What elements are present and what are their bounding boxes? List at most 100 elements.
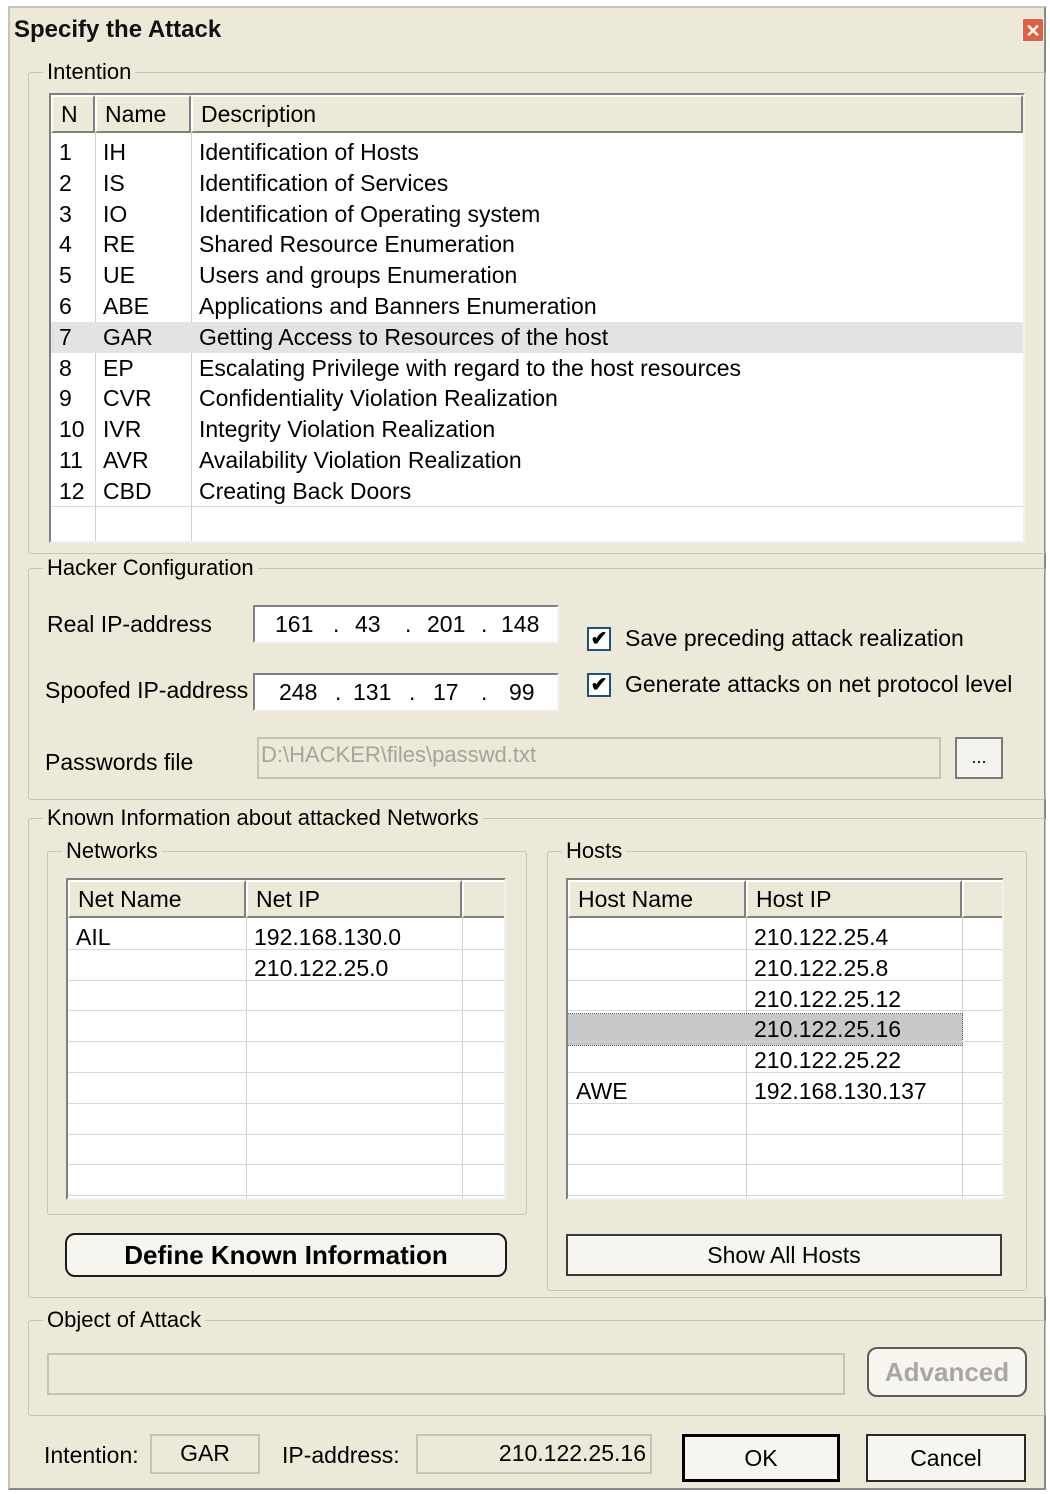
hosts-list-header: Host Name Host IP <box>568 880 1002 918</box>
define-known-information-button[interactable]: Define Known Information <box>65 1233 507 1277</box>
intention-list[interactable]: N Name Description 1 IH Identification of … <box>49 93 1025 543</box>
row-divider <box>568 979 1002 981</box>
list-cell-n: 10 <box>59 416 85 443</box>
advanced-button[interactable]: Advanced <box>867 1347 1027 1397</box>
row-divider <box>68 1164 504 1166</box>
list-cell-n: 5 <box>59 262 72 289</box>
column-divider <box>962 918 963 1198</box>
column-header-n[interactable]: N <box>51 95 95 133</box>
list-cell-name: IVR <box>103 416 142 443</box>
row-divider <box>68 1010 504 1012</box>
object-of-attack-input[interactable] <box>47 1353 845 1395</box>
list-cell-n: 12 <box>59 477 85 504</box>
list-cell-name: ABE <box>103 293 150 319</box>
hosts-list[interactable]: Host Name Host IP 210.122.25.4 210.122.25… <box>566 878 1004 1200</box>
real-ip-octet-3: 201 <box>427 611 466 637</box>
networks-group: Networks Net Name Net IP AIL 192.168.130.… <box>47 837 527 1215</box>
list-item[interactable]: 1 IH Identification of Hosts <box>51 137 1023 168</box>
column-header-empty <box>962 880 1002 918</box>
ok-button[interactable]: OK <box>682 1434 840 1482</box>
real-ip-label: Real IP-address <box>47 611 212 637</box>
list-cell-desc: Identification of Services <box>199 169 449 196</box>
real-ip-octet-1: 161 <box>275 611 314 637</box>
list-cell-desc: Availability Violation Realization <box>199 447 522 473</box>
list-cell-n: 2 <box>59 169 72 196</box>
list-item[interactable]: 12 CBD Creating Back Doors <box>51 476 1023 507</box>
generate-attacks-label: Generate attacks on net protocol level <box>625 671 1013 697</box>
column-header-net-ip[interactable]: Net IP <box>246 880 462 918</box>
ip-dot: . <box>481 679 488 705</box>
list-item[interactable]: 10 IVR Integrity Violation Realization <box>51 414 1023 445</box>
list-cell-name: IS <box>103 169 125 196</box>
list-cell-desc: Getting Access to Resources of the host <box>199 323 609 350</box>
window-title: Specify the Attack <box>14 16 222 43</box>
hosts-group-label: Hosts <box>562 837 627 865</box>
list-cell-desc: Applications and Banners Enumeration <box>199 293 597 319</box>
generate-attacks-checkbox[interactable]: ✔ <box>587 673 611 697</box>
list-item[interactable]: 7 GAR Getting Access to Resources of the h… <box>51 321 1023 353</box>
list-item[interactable]: 6 ABE Applications and Banners Enumeration <box>51 291 1023 322</box>
list-cell-name: UE <box>103 262 135 289</box>
list-item[interactable]: 8 EP Escalating Privilege with regard to t… <box>51 353 1023 384</box>
row-divider <box>568 948 1002 950</box>
cancel-button[interactable]: Cancel <box>866 1434 1026 1482</box>
list-item[interactable]: 4 RE Shared Resource Enumeration <box>51 229 1023 260</box>
list-cell-desc: Identification of Hosts <box>199 139 419 165</box>
list-item[interactable]: 2 IS Identification of Services <box>51 168 1023 199</box>
column-header-empty <box>462 880 504 918</box>
known-information-group: Known Information about attacked Network… <box>28 804 1046 1298</box>
column-header-host-ip[interactable]: Host IP <box>746 880 962 918</box>
list-cell-n: 6 <box>59 293 72 319</box>
real-ip-octet-4: 148 <box>501 611 540 637</box>
object-of-attack-group: Object of Attack Advanced <box>28 1306 1046 1416</box>
footer-intention-value: GAR <box>150 1434 260 1474</box>
row-divider <box>68 1102 504 1104</box>
row-divider <box>68 948 504 950</box>
column-header-net-name[interactable]: Net Name <box>68 880 246 918</box>
spoofed-ip-octet-3: 17 <box>433 679 459 705</box>
passwords-file-label: Passwords file <box>45 749 194 775</box>
spoofed-ip-octet-1: 248 <box>279 679 318 705</box>
row-divider <box>68 1072 504 1073</box>
list-item[interactable]: 5 UE Users and groups Enumeration <box>51 260 1023 291</box>
spoofed-ip-input[interactable]: 248 . 131 . 17 . 99 <box>253 673 559 711</box>
list-item[interactable]: 3 IO Identification of Operating system <box>51 199 1023 230</box>
hosts-group: Hosts Host Name Host IP 210.122.25.4 210.… <box>547 837 1027 1291</box>
known-information-group-label: Known Information about attacked Network… <box>43 804 483 832</box>
list-cell-desc: Creating Back Doors <box>199 477 412 504</box>
real-ip-input[interactable]: 161 . 43 . 201 . 148 <box>253 605 559 643</box>
row-divider <box>568 1102 1002 1104</box>
ip-dot: . <box>481 611 488 637</box>
spoofed-ip-octet-2: 131 <box>353 679 392 705</box>
list-item[interactable]: 9 CVR Confidentiality Violation Realizatio… <box>51 383 1023 414</box>
ip-dot: . <box>409 679 416 705</box>
list-item[interactable]: 11 AVR Availability Violation Realization <box>51 445 1023 476</box>
title-bar[interactable]: Specify the Attack ✕ <box>10 8 1044 52</box>
column-header-description[interactable]: Description <box>191 95 1023 133</box>
browse-button[interactable]: ... <box>955 737 1003 779</box>
list-cell-name: GAR <box>103 323 153 350</box>
save-preceding-checkbox[interactable]: ✔ <box>587 627 611 651</box>
row-divider <box>68 979 504 981</box>
networks-list[interactable]: Net Name Net IP AIL 192.168.130.0 210.122.… <box>66 878 506 1200</box>
passwords-file-input[interactable]: D:\HACKER\files\passwd.txt <box>257 737 941 779</box>
row-divider <box>568 1195 1002 1197</box>
list-cell-n: 7 <box>59 323 72 350</box>
row-divider <box>568 1072 1002 1073</box>
list-cell-n: 8 <box>59 354 72 381</box>
column-header-name[interactable]: Name <box>95 95 191 133</box>
intention-group: Intention N Name Description 1 IH Identifi… <box>28 58 1046 554</box>
footer-ip-label: IP-address: <box>282 1442 400 1468</box>
spoofed-ip-label: Spoofed IP-address <box>45 677 249 703</box>
column-header-host-name[interactable]: Host Name <box>568 880 746 918</box>
specify-attack-dialog: Specify the Attack ✕ Intention N Name De… <box>8 6 1046 1490</box>
show-all-hosts-button[interactable]: Show All Hosts <box>566 1234 1002 1276</box>
row-divider <box>568 1133 1002 1135</box>
close-icon[interactable]: ✕ <box>1022 18 1044 42</box>
hacker-configuration-group-label: Hacker Configuration <box>43 554 258 582</box>
intention-list-header: N Name Description <box>51 95 1023 133</box>
list-cell-desc: Identification of Operating system <box>199 200 541 227</box>
row-divider <box>68 1133 504 1135</box>
row-divider <box>568 1041 1002 1043</box>
list-cell-n: 11 <box>59 447 83 473</box>
